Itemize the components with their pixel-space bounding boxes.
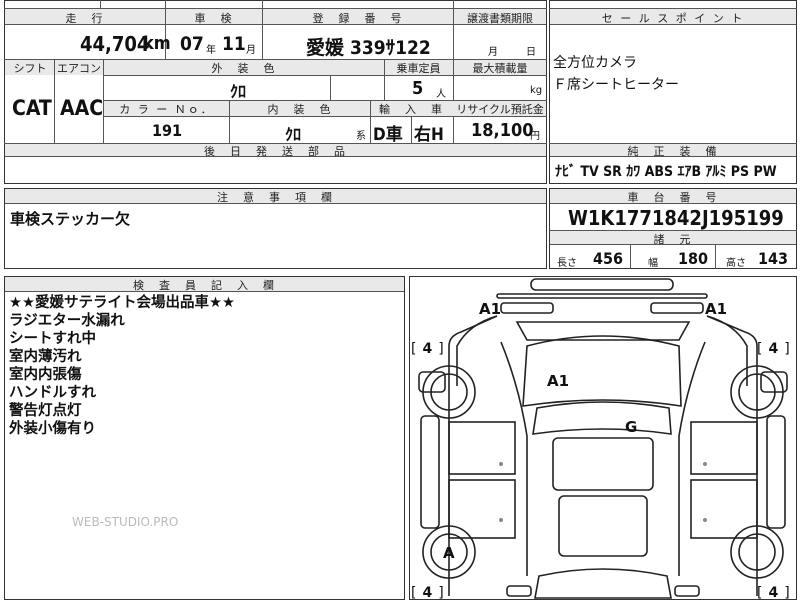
watermark: WEB-STUDIO.PRO <box>72 515 179 529</box>
inspector-line: ハンドルすれ <box>9 385 96 401</box>
inspector-line: 警告灯点灯 <box>9 403 82 419</box>
inspector-title: 検 査 員 記 入 欄 <box>133 279 276 292</box>
tire-rear-right: [4] <box>757 585 790 600</box>
inspection-year: 07 <box>180 33 204 55</box>
inspector-line: 室内薄汚れ <box>9 349 82 365</box>
height-label: 高さ <box>726 258 746 269</box>
sales-point-2: Ｆ席シートヒーター <box>553 77 679 93</box>
sales-points-title: セ ー ル ス ポ イ ン ト <box>601 12 745 25</box>
shift-label: シフト <box>13 62 47 75</box>
specs-title: 諸 元 <box>653 233 693 246</box>
capacity-label: 乗車定員 <box>396 62 441 75</box>
width-value: 180 <box>678 249 709 268</box>
inspection-month: 11 <box>222 33 246 55</box>
chassis-number: W1K1771842J195199 <box>568 206 784 230</box>
color-no-label: カ ラ ー Ｎｏ． <box>119 103 214 116</box>
notes-title: 注 意 事 項 欄 <box>217 191 334 204</box>
sales-point-1: 全方位カメラ <box>553 55 637 71</box>
color-no-value: 191 <box>152 121 183 140</box>
interior-color-label: 内 装 色 <box>267 103 333 116</box>
parts-label: 後 日 発 送 部 品 <box>204 145 347 158</box>
inspection-year-unit: 年 <box>206 45 216 56</box>
inspector-line: シートすれ中 <box>9 331 96 347</box>
max-load-label: 最大積載量 <box>472 62 528 75</box>
inspection-month-unit: 月 <box>246 45 256 56</box>
mark-front-left: A1 <box>479 300 501 318</box>
interior-color-value: ｸﾛ <box>285 125 302 144</box>
inspector-line: ラジエター水漏れ <box>9 313 125 329</box>
exterior-color-label: 外 装 色 <box>211 62 277 75</box>
height-value: 143 <box>758 249 789 268</box>
transfer-month-unit: 月 <box>488 47 498 58</box>
registration-label: 登 録 番 号 <box>312 12 404 25</box>
import-value-h: 右H <box>414 125 444 145</box>
mark-body: G <box>625 418 637 436</box>
tire-front-right: [4] <box>757 341 790 357</box>
import-value-d: D車 <box>373 125 403 145</box>
car-diagram: A1 A1 A1 G A [4] [4] [4] [4] <box>411 278 790 600</box>
inspector-line: 外装小傷有り <box>9 421 96 437</box>
recycle-value: 18,100 <box>471 120 534 141</box>
length-label: 長さ <box>557 258 577 269</box>
recycle-unit: 円 <box>530 131 540 142</box>
mark-roof: A1 <box>547 372 569 390</box>
mileage-value: 44,704 <box>80 32 150 56</box>
capacity-value: 5 <box>412 78 424 99</box>
aircon-label: エアコン <box>57 62 101 75</box>
mark-front-right: A1 <box>705 300 727 318</box>
mileage-unit: km <box>143 33 171 54</box>
inspector-line: ★★愛媛サテライト会場出品車★★ <box>9 295 235 311</box>
mileage-label: 走 行 <box>65 12 105 25</box>
equipment-title: 純 正 装 備 <box>627 145 719 158</box>
width-label: 幅 <box>648 258 658 269</box>
capacity-unit: 人 <box>436 89 446 100</box>
inspector-notes: ★★愛媛サテライト会場出品車★★ ラジエター水漏れ シートすれ中 室内薄汚れ 室… <box>9 294 235 438</box>
shift-value: CAT <box>12 96 52 120</box>
equipment-items: ﾅﾋﾞ TV SR ｶﾜ ABS ｴｱB ｱﾙﾐ PS PW <box>555 164 777 180</box>
chassis-title: 車 台 番 号 <box>627 191 719 204</box>
recycle-label: リサイクル預託金 <box>456 103 544 116</box>
inspector-line: 室内内張傷 <box>9 367 82 383</box>
import-label: 輸 入 車 <box>379 103 444 116</box>
tire-front-left: [4] <box>411 341 444 357</box>
notes-text: 車検ステッカー欠 <box>10 210 131 228</box>
transfer-label: 譲渡書類期限 <box>467 12 533 25</box>
mark-rear-wheel: A <box>443 544 455 562</box>
max-load-unit: kg <box>530 85 543 96</box>
tire-rear-left: [4] <box>411 585 444 600</box>
aircon-value: AAC <box>60 96 104 120</box>
exterior-color-value: ｸﾛ <box>230 82 247 101</box>
registration-value: 愛媛 339ｻ122 <box>306 37 431 59</box>
inspection-label: 車 検 <box>194 12 234 25</box>
transfer-day-unit: 日 <box>526 47 536 58</box>
length-value: 456 <box>593 249 624 268</box>
interior-color-suffix: 系 <box>356 131 366 142</box>
